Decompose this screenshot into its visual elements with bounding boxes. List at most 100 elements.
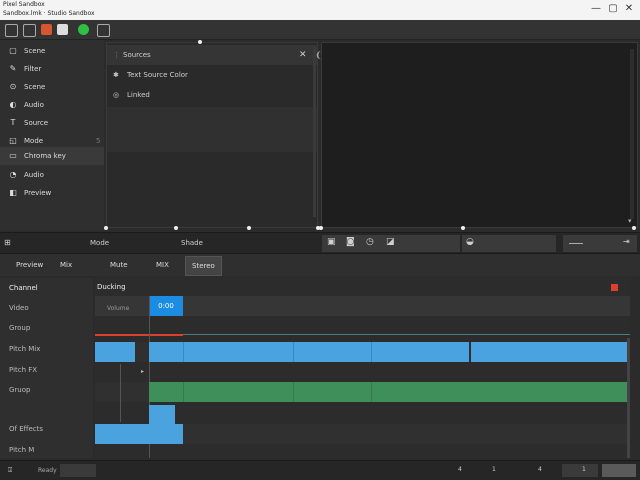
- title-bar: Pixel Sandbox Sandbox.lmk · Studio Sandb…: [0, 0, 640, 20]
- track-label: Of Effects: [9, 425, 43, 433]
- resize-handle[interactable]: [632, 226, 636, 230]
- track-labels: Channel Video Group Pitch Mix Pitch FX G…: [0, 278, 93, 458]
- track-label: Channel: [9, 284, 38, 292]
- status-marker: 4: [538, 466, 542, 473]
- folder-icon[interactable]: [5, 24, 18, 37]
- sources-panel: ⋮ Sources ✕ ✱ Text Source Color ◎ Linked: [106, 42, 318, 228]
- tab-mix-2[interactable]: MIX: [150, 256, 175, 274]
- controls-bar: ⊞ Mode Shade ▣ ◙ ◷ ◪ ◒ ⇥: [0, 232, 640, 254]
- clip-divider: [293, 382, 294, 402]
- export-icon[interactable]: ◪: [386, 237, 395, 247]
- record-icon[interactable]: [41, 24, 52, 35]
- sidebar: ▢ Scene ✎ Filter ⊙ Scene ◐ Audio T Source ◱ Mo…: [0, 40, 104, 230]
- track-label: Pitch M: [9, 446, 35, 454]
- playhead-marker[interactable]: 0:00: [149, 296, 183, 316]
- maximize-button[interactable]: ▢: [606, 2, 620, 16]
- sidebar-item-chroma-key[interactable]: ▭ Chroma key: [0, 147, 104, 165]
- tab-mix[interactable]: Mix: [54, 256, 78, 274]
- eye-icon: ◒: [466, 237, 474, 247]
- pen-icon: ✎: [9, 64, 17, 73]
- track-label: Gruop: [9, 386, 31, 394]
- square-icon: ▢: [9, 46, 17, 55]
- link-icon: ◎: [113, 91, 120, 99]
- timeline[interactable]: Ducking Volume 0:00 ▸: [95, 278, 630, 458]
- slider-control[interactable]: ⇥: [563, 235, 637, 252]
- status-bar: ⍗ Ready 4 1 4 1: [0, 460, 640, 480]
- share-icon[interactable]: [97, 24, 110, 37]
- clip-divider: [371, 342, 372, 362]
- main-toolbar: [0, 20, 640, 40]
- timeline-header: Ducking: [97, 283, 126, 291]
- eye-control[interactable]: ◒: [462, 235, 556, 252]
- red-marker-line: [95, 334, 183, 336]
- tab-mute[interactable]: Mute: [104, 256, 134, 274]
- resize-handle[interactable]: [104, 226, 108, 230]
- image-icon[interactable]: ▣: [327, 237, 336, 247]
- target-icon: ⊙: [9, 82, 17, 91]
- timeline-scrollbar[interactable]: [627, 338, 630, 458]
- speaker-icon: ◔: [9, 170, 17, 179]
- green-blob-icon[interactable]: [78, 24, 89, 35]
- list-item[interactable]: ◎ Linked: [107, 85, 317, 105]
- star-icon: ✱: [113, 71, 119, 79]
- speed-icon[interactable]: ◷: [366, 237, 374, 247]
- shade-label: Shade: [181, 239, 203, 247]
- clip-divider: [183, 382, 184, 402]
- tab-stereo[interactable]: Stereo: [185, 256, 222, 276]
- sidebar-item-audio-2[interactable]: ◔ Audio: [0, 166, 104, 184]
- track-label: Group: [9, 324, 31, 332]
- marker-icon: ▸: [141, 368, 145, 375]
- sidebar-item-preview[interactable]: ◧ Preview: [0, 184, 104, 202]
- audio-clip[interactable]: [149, 342, 469, 362]
- audio-clip[interactable]: [471, 342, 627, 362]
- slider-track: [569, 243, 583, 244]
- video-clip[interactable]: [149, 382, 627, 402]
- preview-scrollbar[interactable]: [630, 49, 634, 219]
- status-field[interactable]: 1: [562, 464, 598, 477]
- alert-marker-icon[interactable]: [611, 284, 618, 291]
- sidebar-item-filter[interactable]: ✎ Filter: [0, 60, 104, 78]
- close-icon[interactable]: ✕: [299, 45, 307, 65]
- status-icon: ⍗: [8, 466, 13, 474]
- audio-clip[interactable]: [95, 342, 135, 362]
- mode-label: Mode: [90, 239, 110, 247]
- grid-icon[interactable]: ⊞: [4, 238, 11, 247]
- resize-handle[interactable]: [319, 226, 323, 230]
- app-title: Pixel Sandbox: [3, 1, 45, 8]
- sidebar-item-source[interactable]: T Source: [0, 114, 104, 132]
- list-item[interactable]: ✱ Text Source Color: [107, 65, 317, 85]
- status-button[interactable]: [602, 464, 636, 477]
- tab-preview[interactable]: Preview: [10, 256, 49, 274]
- preview-icon: ◧: [9, 188, 17, 197]
- resize-handle[interactable]: [247, 226, 251, 230]
- resize-handle[interactable]: [461, 226, 465, 230]
- audio-clip[interactable]: [95, 424, 149, 444]
- scroll-down-icon[interactable]: ▾: [628, 217, 632, 225]
- resize-handle[interactable]: [198, 40, 202, 44]
- audio-clip[interactable]: [149, 405, 175, 425]
- sidebar-item-scene[interactable]: ▢ Scene: [0, 42, 104, 60]
- track-label: Pitch FX: [9, 366, 38, 374]
- monitor-icon: ▭: [9, 151, 17, 160]
- media-icon[interactable]: [57, 24, 68, 35]
- tabs-bar: Preview Mix Mute MIX Stereo: [0, 254, 640, 276]
- status-marker: 4: [458, 466, 462, 473]
- record-icon[interactable]: ◙: [346, 237, 355, 247]
- ruler-label: Volume: [107, 305, 130, 312]
- close-button[interactable]: ✕: [622, 2, 636, 16]
- audio-clip[interactable]: [149, 424, 183, 444]
- expand-icon[interactable]: ⇥: [623, 237, 630, 246]
- panel-header: ⋮ Sources ✕: [107, 45, 317, 65]
- bracket-icon: ❨: [315, 51, 323, 61]
- zoom-field[interactable]: [60, 464, 96, 477]
- status-text: Ready: [38, 467, 57, 474]
- preview-canvas[interactable]: ❨ ▾: [315, 42, 638, 228]
- scrollbar[interactable]: [313, 47, 316, 217]
- track-label: Video: [9, 304, 29, 312]
- minimize-button[interactable]: —: [589, 2, 603, 16]
- drag-handle-icon: ⋮: [113, 51, 120, 59]
- save-icon[interactable]: [23, 24, 36, 37]
- resize-handle[interactable]: [174, 226, 178, 230]
- sidebar-item-scene-2[interactable]: ⊙ Scene: [0, 78, 104, 96]
- sidebar-item-audio[interactable]: ◐ Audio: [0, 96, 104, 114]
